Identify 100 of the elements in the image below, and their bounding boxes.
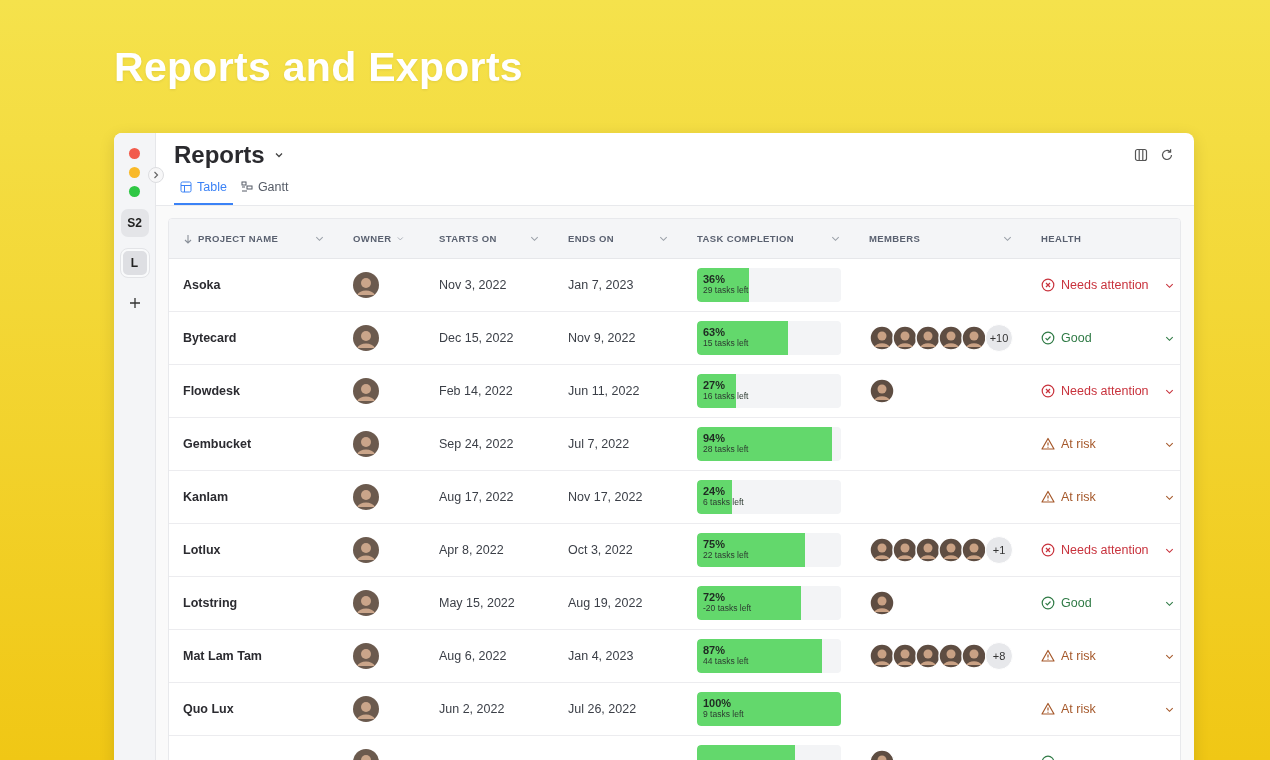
completion-percent: 94% xyxy=(703,432,727,444)
start-date: May 15, 2022 xyxy=(439,596,515,610)
expand-sidebar-button[interactable] xyxy=(148,167,164,183)
avatar-icon xyxy=(353,325,379,351)
column-label: PROJECT NAME xyxy=(198,233,279,244)
start-date: Jun 2, 2022 xyxy=(439,702,505,716)
member-avatar-icon xyxy=(915,325,941,351)
member-avatar-icon xyxy=(869,537,895,563)
member-avatar-icon xyxy=(961,643,987,669)
member-avatar-icon xyxy=(892,325,918,351)
end-date: Nov 17, 2022 xyxy=(568,490,643,504)
avatar-icon xyxy=(353,431,379,457)
tasks-left: 15 tasks left xyxy=(703,338,750,349)
completion-percent: 72% xyxy=(703,591,727,603)
avatar-icon xyxy=(353,272,379,298)
completion-percent: 24% xyxy=(703,485,727,497)
column-header[interactable]: STARTS ON xyxy=(425,219,554,258)
error-circle-icon xyxy=(1041,543,1055,557)
start-date: Aug 6, 2022 xyxy=(439,649,507,663)
sort-arrow-icon[interactable] xyxy=(183,233,193,244)
warning-icon xyxy=(1041,649,1055,663)
error-circle-icon xyxy=(1041,278,1055,292)
check-circle-icon xyxy=(1041,331,1055,345)
tasks-left: 28 tasks left xyxy=(703,444,750,455)
member-avatar-icon xyxy=(915,537,941,563)
more-members-count[interactable]: +10 xyxy=(985,324,1013,352)
completion-percent: 36% xyxy=(703,273,727,285)
refresh-icon[interactable] xyxy=(1160,148,1174,162)
end-date: Jan 7, 2023 xyxy=(568,278,634,292)
more-members-count[interactable]: +1 xyxy=(985,536,1013,564)
end-date: Jan 4, 2023 xyxy=(568,649,634,663)
member-avatar-icon xyxy=(892,643,918,669)
column-header[interactable]: MEMBERS xyxy=(855,219,1027,258)
columns-icon[interactable] xyxy=(1134,148,1148,162)
project-name: Lotlux xyxy=(183,543,221,557)
member-avatar-icon xyxy=(938,537,964,563)
start-date: Sep 24, 2022 xyxy=(439,437,514,451)
chevron-right-icon xyxy=(151,170,161,180)
column-label: MEMBERS xyxy=(869,233,921,244)
project-name: Asoka xyxy=(183,278,221,292)
member-avatar-icon xyxy=(915,643,941,669)
end-date: Jul 26, 2022 xyxy=(568,702,637,716)
member-avatar-icon xyxy=(869,643,895,669)
view-tab[interactable]: Gantt xyxy=(234,175,295,205)
check-circle-icon xyxy=(1041,596,1055,610)
tasks-left: 29 tasks left xyxy=(703,285,750,296)
more-members-count[interactable]: +8 xyxy=(985,642,1013,670)
end-date: Jul 7, 2022 xyxy=(568,437,630,451)
table-icon xyxy=(180,181,192,193)
tasks-left: 9 tasks left xyxy=(703,709,745,720)
health-status: At risk xyxy=(1061,437,1096,451)
column-label: STARTS ON xyxy=(439,233,497,244)
gantt-icon xyxy=(240,181,253,193)
project-name: Lotstring xyxy=(183,596,238,610)
member-avatar-icon xyxy=(938,325,964,351)
tasks-left: 6 tasks left xyxy=(703,497,745,508)
start-date: Aug 17, 2022 xyxy=(439,490,514,504)
error-circle-icon xyxy=(1041,384,1055,398)
add-icon[interactable] xyxy=(128,297,141,309)
member-avatar-icon xyxy=(938,643,964,669)
warning-icon xyxy=(1041,490,1055,504)
avatar-icon xyxy=(353,378,379,404)
project-name: Mat Lam Tam xyxy=(183,649,262,663)
column-header[interactable]: TASK COMPLETION xyxy=(683,219,855,258)
workspace-button[interactable]: S2 xyxy=(120,209,149,237)
health-status: At risk xyxy=(1061,702,1096,716)
warning-icon xyxy=(1041,702,1055,716)
member-avatar-icon xyxy=(869,325,895,351)
avatar-icon xyxy=(353,590,379,616)
tasks-left: 44 tasks left xyxy=(703,656,750,667)
end-date: Jun 11, 2022 xyxy=(568,384,640,398)
avatar-icon xyxy=(353,537,379,563)
column-header[interactable]: PROJECT NAME xyxy=(169,219,339,258)
start-date: Nov 3, 2022 xyxy=(439,278,507,292)
member-avatar-icon xyxy=(961,325,987,351)
completion-percent: 100% xyxy=(703,697,733,709)
tasks-left: -20 tasks left xyxy=(703,603,753,614)
health-status: Good xyxy=(1061,331,1092,345)
project-name: Bytecard xyxy=(183,331,237,345)
column-label: ENDS ON xyxy=(568,233,615,244)
column-header[interactable]: ENDS ON xyxy=(554,219,683,258)
column-header[interactable]: OWNER xyxy=(339,219,425,258)
warning-icon xyxy=(1041,437,1055,451)
end-date: Aug 19, 2022 xyxy=(568,596,643,610)
column-header[interactable]: HEALTH xyxy=(1027,219,1179,258)
end-date: Nov 9, 2022 xyxy=(568,331,636,345)
start-date: Dec 15, 2022 xyxy=(439,331,514,345)
tasks-left: 22 tasks left xyxy=(703,550,750,561)
completion-percent: 87% xyxy=(703,644,727,656)
member-avatar-icon xyxy=(869,378,895,404)
member-avatar-icon xyxy=(869,590,895,616)
column-label: TASK COMPLETION xyxy=(697,233,795,244)
close-light-icon[interactable] xyxy=(128,148,140,159)
page-headline: Reports and Exports xyxy=(114,44,524,92)
avatar-icon xyxy=(353,643,379,669)
project-name: Flowdesk xyxy=(183,384,240,398)
completion-percent: 75% xyxy=(703,538,727,550)
page-title: Reports xyxy=(174,141,265,169)
column-label: HEALTH xyxy=(1041,233,1082,244)
workspace-button[interactable]: L xyxy=(120,249,149,277)
